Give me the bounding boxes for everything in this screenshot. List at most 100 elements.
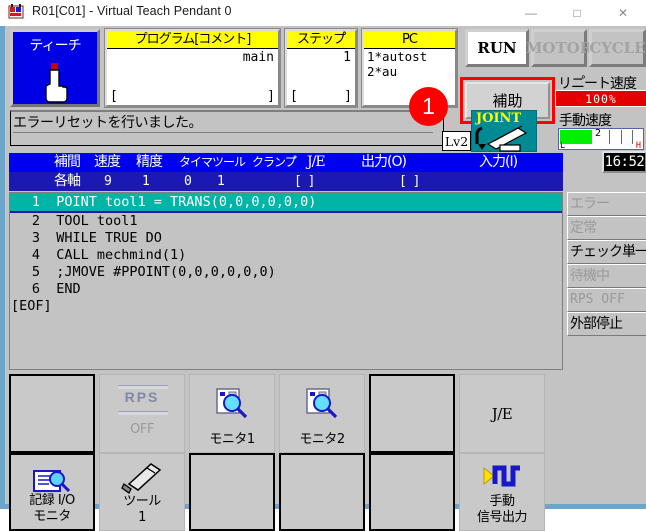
status-item-external-stop[interactable]: 外部停止: [567, 312, 646, 336]
function-column-5: [369, 374, 455, 531]
code-line[interactable]: 4 CALL mechmind(1): [10, 247, 562, 264]
value-speed: 9: [104, 174, 112, 189]
function-button-tool-1[interactable]: ツール 1: [99, 453, 185, 531]
gauge-tick-1: [609, 130, 610, 144]
function-column-4: モニタ2: [279, 374, 365, 531]
maximize-button[interactable]: □: [554, 0, 600, 26]
title-bar: R01[C01] - Virtual Teach Pendant 0 — □ ✕: [0, 0, 646, 27]
function-button-manual-signal-output[interactable]: 手動 信号出力: [459, 453, 545, 531]
code-line[interactable]: 1 POINT tool1 = TRANS(0,0,0,0,0,0): [10, 194, 562, 213]
gauge-tick-3: [632, 130, 633, 144]
code-line-number: 1: [31, 194, 40, 210]
code-line-text: POINT tool1 = TRANS(0,0,0,0,0,0): [56, 194, 317, 210]
function-button-blank-3[interactable]: [189, 453, 275, 531]
gauge-tick-2: [621, 130, 622, 144]
minimize-icon: —: [525, 6, 537, 20]
code-line[interactable]: 2 TOOL tool1: [10, 213, 562, 230]
function-button-record-io-monitor[interactable]: 記録 I/O モニタ: [9, 453, 95, 531]
clock-display: 16:52: [602, 151, 646, 173]
function-button-rps-off[interactable]: RPS OFF: [99, 374, 185, 453]
value-tool: 1: [217, 174, 225, 189]
program-bracket-right: ]: [267, 89, 275, 104]
manual-speed-high-label: H: [635, 141, 641, 151]
function-label-monitor-1: モニタ1: [209, 432, 255, 447]
status-item-rps-off[interactable]: RPS OFF: [567, 288, 646, 312]
status-item-normal[interactable]: 定常: [567, 216, 646, 240]
function-button-monitor-2[interactable]: モニタ2: [279, 374, 365, 453]
function-column-1: 記録 I/O モニタ: [9, 374, 95, 531]
program-code-area[interactable]: 1 POINT tool1 = TRANS(0,0,0,0,0,0) 2 TOO…: [9, 192, 563, 370]
header-clamp: クランプ゚: [252, 155, 297, 169]
manual-speed-gauge[interactable]: 2 L H: [558, 128, 644, 151]
message-divider: [13, 132, 433, 133]
step-bracket-right: ]: [344, 89, 352, 104]
function-label-manual-signal-output: 手動 信号出力: [460, 494, 544, 526]
rps-bar-bottom: [118, 411, 168, 415]
function-label-tool-1: ツール 1: [100, 494, 184, 526]
status-item-error[interactable]: エラー: [567, 192, 646, 216]
signal-output-icon: [480, 462, 524, 495]
code-line-text: CALL mechmind(1): [56, 247, 187, 263]
manual-speed-value: 2: [595, 128, 602, 139]
header-tool: ツール: [212, 155, 246, 169]
lamp-run[interactable]: RUN: [465, 29, 529, 67]
program-comment-panel[interactable]: プログラム[コメント] main [ ]: [105, 29, 280, 107]
program-panel-header: プログラム[コメント]: [107, 31, 278, 49]
function-label-je: J/E: [491, 404, 513, 423]
program-panel-body: main [ ]: [107, 49, 278, 105]
function-label-record-io-monitor: 記録 I/O モニタ: [11, 493, 93, 525]
pc-panel-header: PC: [364, 31, 455, 49]
value-timer: 0: [184, 174, 192, 189]
manual-speed-label: 手動速度: [559, 113, 612, 129]
program-comment-brackets: [ ]: [110, 89, 275, 104]
function-button-blank-4[interactable]: [279, 453, 365, 531]
function-button-blank-5b[interactable]: [369, 453, 455, 531]
header-interp: 補間: [54, 154, 81, 170]
value-output: [ ]: [294, 174, 316, 189]
function-button-blank-5a[interactable]: [369, 374, 455, 453]
parameter-header-row: 補間 速度 精度 タイマ ツール クランプ゚ J/E 出力(O) 入力(I): [9, 153, 563, 172]
code-line-number: 5: [31, 264, 40, 280]
code-line-text: WHILE TRUE DO: [56, 230, 162, 246]
value-accuracy: 1: [142, 174, 150, 189]
program-bracket-left: [: [110, 89, 118, 104]
code-line-number: 3: [31, 230, 40, 246]
header-speed: 速度: [94, 154, 121, 170]
header-input: 入力(I): [479, 154, 518, 170]
header-timer: タイマ: [179, 155, 213, 169]
program-value: main: [242, 50, 274, 65]
pc-line-1: 1*autost: [367, 49, 428, 64]
value-interp: 各軸: [54, 173, 81, 189]
label-text: 手動 信号出力: [476, 494, 528, 525]
parameter-value-row[interactable]: 各軸 9 1 0 1 [ ] [ ]: [9, 172, 563, 191]
function-button-grid: 記録 I/O モニタ RPS OFF ツール 1 モニタ1 モニタ2 J/E 手…: [9, 374, 646, 531]
function-column-6: J/E 手動 信号出力: [459, 374, 545, 531]
joint-robot-icon[interactable]: JOINT: [471, 110, 537, 152]
code-line[interactable]: 3 WHILE TRUE DO: [10, 230, 562, 247]
function-button-je[interactable]: J/E: [459, 374, 545, 453]
teach-label: ティーチ: [29, 38, 81, 54]
step-bracket-left: [: [290, 89, 298, 104]
code-line[interactable]: 6 END: [10, 281, 562, 298]
code-line[interactable]: 5 ;JMOVE #PPOINT(0,0,0,0,0,0): [10, 264, 562, 281]
teach-mode-button[interactable]: ティーチ: [10, 29, 100, 107]
close-button[interactable]: ✕: [600, 0, 646, 26]
function-button-monitor-1[interactable]: モニタ1: [189, 374, 275, 453]
code-line-number: 4: [31, 247, 40, 263]
minimize-button[interactable]: —: [508, 0, 554, 26]
monitor-magnifier-icon: [213, 387, 251, 426]
step-value: 1: [343, 50, 351, 65]
step-panel-header: ステップ゚: [287, 31, 355, 49]
function-column-3: モニタ1: [189, 374, 275, 531]
function-button-blank-1[interactable]: [9, 374, 95, 453]
manual-speed-low-label: L: [560, 141, 566, 151]
lamp-motor[interactable]: MOTOR: [526, 29, 592, 67]
lamp-cycle[interactable]: CYCLE: [589, 29, 646, 67]
function-column-7: [549, 374, 646, 531]
step-panel[interactable]: ステップ゚ 1 [ ]: [285, 29, 357, 107]
status-item-standby[interactable]: 待機中: [567, 264, 646, 288]
maximize-icon: □: [573, 6, 581, 20]
hand-pointer-icon: [37, 62, 73, 109]
message-text: エラーリセットを行いました。: [13, 115, 203, 131]
status-item-check-single[interactable]: チェック単一: [567, 240, 646, 264]
